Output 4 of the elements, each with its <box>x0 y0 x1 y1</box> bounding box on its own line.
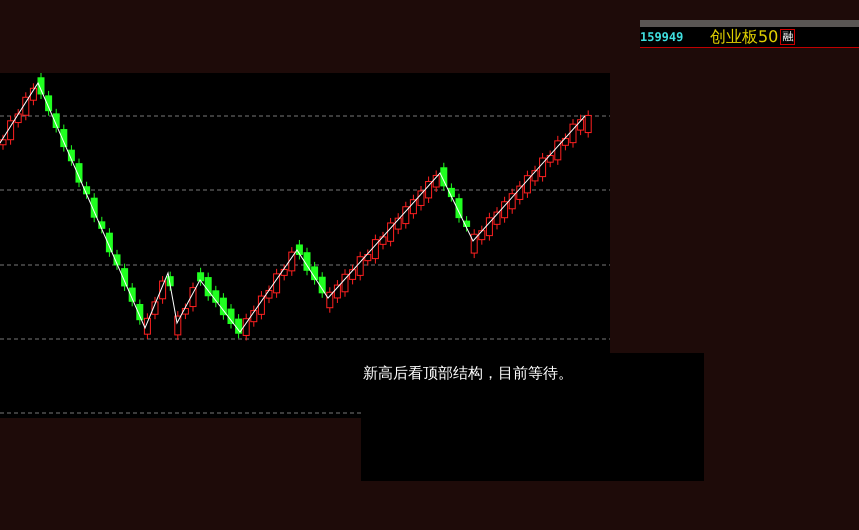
note-text: 新高后看顶部结构，目前等待。 <box>363 364 573 382</box>
stock-code: 159949 <box>640 29 684 46</box>
stock-name: 创业板50 <box>710 29 778 45</box>
margin-badge: 融 <box>780 29 796 45</box>
